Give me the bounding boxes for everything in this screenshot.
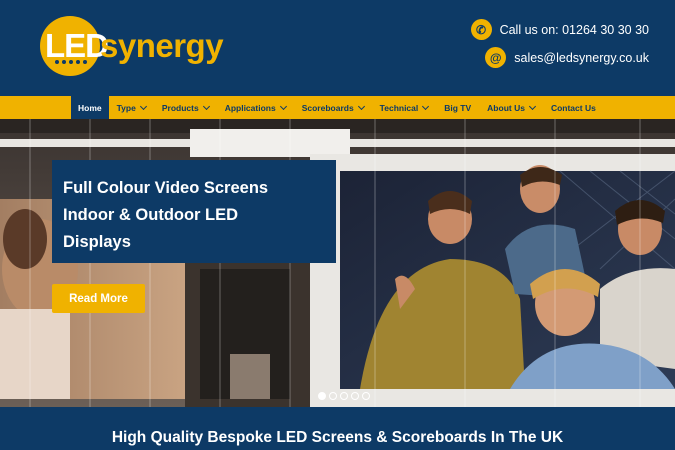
phone-contact[interactable]: ✆ Call us on: 01264 30 30 30 [470,19,649,40]
hero-slider: Full Colour Video Screens Indoor & Outdo… [0,119,675,407]
nav-item-scoreboards[interactable]: Scoreboards [294,96,372,119]
read-more-button[interactable]: Read More [52,284,145,313]
main-nav: Home Type Products Applications Scoreboards T… [0,96,675,119]
section-title: High Quality Bespoke LED Screens & Score… [111,429,564,446]
nav-item-label: Type [116,102,136,113]
nav-item-products[interactable]: Products [154,96,217,119]
nav-item-label: Big TV [444,102,472,113]
chevron-down-icon [357,102,365,110]
hero-caption-line-1: Full Colour Video Screens [63,179,269,197]
slider-dot-2[interactable] [329,392,337,400]
slider-dot-1[interactable] [318,392,326,400]
chevron-down-icon [422,102,430,110]
nav-menu: Home Type Products Applications Scoreboards T… [71,96,604,119]
nav-item-applications[interactable]: Applications [217,96,294,119]
email-contact[interactable]: @ sales@ledsynergy.co.uk [485,47,649,68]
slider-dot-4[interactable] [351,392,359,400]
slider-dot-3[interactable] [340,392,348,400]
nav-item-label: Scoreboards [301,102,354,113]
at-icon: @ [485,47,507,68]
nav-item-contact-us[interactable]: Contact Us [543,96,604,119]
hero-caption-line-3: Displays [63,233,131,251]
chevron-down-icon [528,102,536,110]
logo-synergy-text: synergy [100,27,224,64]
phone-icon: ✆ [470,19,492,40]
slider-dot-5[interactable] [362,392,370,400]
logo-dots [55,60,87,64]
nav-item-label: Technical [379,102,419,113]
nav-item-label: Contact Us [550,102,596,113]
hero-caption-line-2: Indoor & Outdoor LED [63,206,239,224]
nav-item-type[interactable]: Type [109,96,154,119]
slider-dots [318,392,370,400]
nav-item-label: Home [78,102,102,113]
nav-item-big-tv[interactable]: Big TV [436,96,479,119]
chevron-down-icon [279,102,287,110]
site-header: LED synergy ✆ Call us on: 01264 30 30 30… [0,0,675,96]
nav-item-technical[interactable]: Technical [372,96,437,119]
nav-item-label: Products [161,102,199,113]
ledsynergy-logo[interactable]: LED synergy [40,16,240,78]
phone-text[interactable]: Call us on: 01264 30 30 30 [500,23,649,37]
email-link[interactable]: sales@ledsynergy.co.uk [514,51,649,65]
chevron-down-icon [139,102,147,110]
nav-item-home[interactable]: Home [71,96,109,119]
hero-caption: Full Colour Video Screens Indoor & Outdo… [52,160,336,263]
nav-item-label: Applications [224,102,276,113]
nav-item-about-us[interactable]: About Us [479,96,543,119]
chevron-down-icon [202,102,210,110]
nav-item-label: About Us [487,102,525,113]
intro-section: High Quality Bespoke LED Screens & Score… [0,407,675,450]
